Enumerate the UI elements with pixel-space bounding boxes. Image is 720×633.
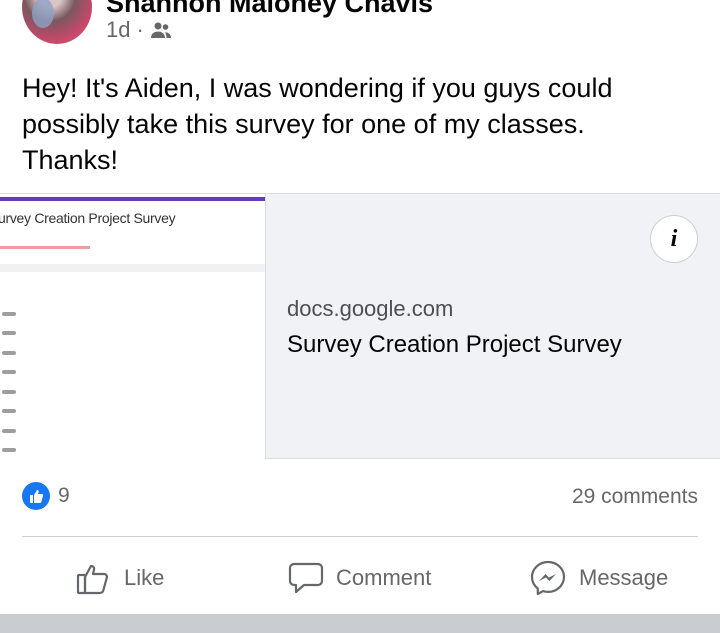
post-meta: 1d · — [106, 17, 172, 43]
link-title[interactable]: Survey Creation Project Survey — [287, 331, 622, 359]
required-note — [0, 246, 90, 249]
comments-count[interactable]: 29 comments — [572, 485, 698, 509]
form-option — [2, 390, 16, 394]
meta-separator: · — [136, 17, 144, 42]
form-option — [2, 370, 16, 374]
feed-separator — [0, 614, 720, 633]
post-header: Shannon Maloney Chavis 1d · — [0, 0, 720, 60]
link-thumbnail[interactable]: urvey Creation Project Survey — [0, 194, 266, 459]
form-option — [2, 312, 16, 316]
message-button[interactable]: Message — [529, 550, 668, 606]
info-button[interactable]: i — [650, 215, 698, 263]
like-icon — [22, 482, 50, 510]
comment-button[interactable]: Comment — [288, 550, 431, 606]
form-header-bar — [0, 197, 265, 201]
message-label: Message — [579, 565, 669, 590]
comment-icon — [288, 560, 324, 596]
reactions-summary[interactable]: 9 — [22, 482, 70, 510]
post-actions: Like Comment Message — [0, 550, 720, 606]
author-avatar[interactable] — [22, 0, 92, 44]
form-option — [2, 429, 16, 433]
post-time[interactable]: 1d — [106, 17, 130, 43]
form-option — [2, 409, 16, 413]
post-text: Hey! It's Aiden, I was wondering if you … — [22, 73, 613, 175]
like-button[interactable]: Like — [76, 550, 164, 606]
link-preview-card[interactable]: urvey Creation Project Survey i docs.goo… — [0, 193, 720, 459]
reaction-count: 9 — [58, 484, 70, 507]
messenger-icon — [529, 559, 567, 597]
friends-icon — [150, 21, 172, 39]
like-label: Like — [124, 565, 165, 590]
form-option — [2, 351, 16, 355]
link-domain: docs.google.com — [287, 296, 454, 321]
form-option — [2, 448, 16, 452]
thumbnail-title: urvey Creation Project Survey — [0, 210, 176, 226]
thumbs-up-icon — [76, 560, 112, 596]
actions-divider — [22, 536, 698, 537]
form-divider — [0, 264, 265, 272]
comment-label: Comment — [336, 565, 432, 590]
form-option — [2, 331, 16, 335]
